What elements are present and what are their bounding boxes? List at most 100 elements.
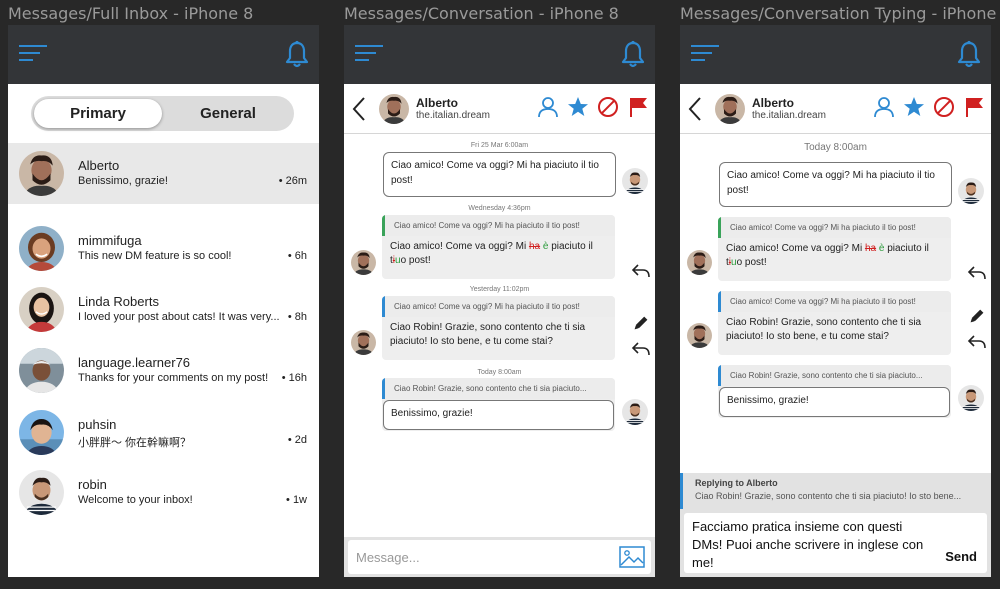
inbox-row-linda-roberts[interactable]: Linda Roberts I loved your post about ca… (8, 279, 319, 340)
inbox-screen: Primary General Alberto Benissimo, grazi… (8, 25, 319, 577)
frame-title-conversation: Messages/Conversation - iPhone 8 (344, 4, 619, 23)
message-input[interactable] (348, 540, 651, 574)
reply-icon[interactable] (967, 265, 987, 281)
row-name: Alberto (78, 158, 120, 173)
avatar[interactable] (715, 94, 745, 124)
contact-handle: the.italian.dream (416, 110, 490, 121)
top-bar (680, 25, 991, 84)
conversation-screen: Alberto the.italian.dream Fri 25 Mar 6:0… (344, 25, 655, 577)
person-icon[interactable] (537, 96, 559, 118)
correction-message[interactable]: Ciao amico! Come va oggi? Mi ha piaciuto… (718, 217, 951, 281)
contact-name: Alberto (752, 96, 794, 110)
avatar (958, 385, 984, 411)
sent-reply[interactable]: Ciao Robin! Grazie, sono contento che ti… (382, 378, 615, 431)
avatar (19, 348, 64, 393)
hamburger-icon[interactable] (355, 45, 383, 61)
row-time: • 1w (286, 494, 307, 506)
star-icon[interactable] (567, 96, 589, 118)
row-name: Linda Roberts (78, 294, 159, 309)
row-preview: I loved your post about cats! It was ver… (78, 311, 280, 323)
received-reply[interactable]: Ciao amico! Come va oggi? Mi ha piaciuto… (382, 296, 615, 360)
top-bar (344, 25, 655, 84)
avatar (622, 399, 648, 425)
typing-screen: Alberto the.italian.dream Today 8:00am C… (680, 25, 991, 577)
reply-icon[interactable] (631, 263, 651, 279)
contact-name: Alberto (416, 96, 458, 110)
avatar[interactable] (379, 94, 409, 124)
row-time: • 6h (287, 250, 307, 262)
timestamp: Fri 25 Mar 6:00am (470, 142, 529, 149)
replying-to-bar: Replying to Alberto Ciao Robin! Grazie, … (680, 473, 991, 509)
reply-icon[interactable] (631, 341, 651, 357)
sent-message[interactable]: Ciao amico! Come va oggi? Mi ha piaciuto… (383, 152, 616, 197)
pencil-icon[interactable] (967, 308, 987, 324)
avatar (351, 330, 376, 355)
tab-primary[interactable]: Primary (34, 99, 162, 128)
avatar (19, 151, 64, 196)
inbox-tab-switch: Primary General (31, 96, 294, 131)
row-time: • 26m (278, 175, 307, 187)
flag-icon[interactable] (963, 96, 985, 118)
row-name: puhsin (78, 417, 117, 432)
received-reply[interactable]: Ciao amico! Come va oggi? Mi ha piaciuto… (718, 291, 951, 355)
draft-text[interactable]: Facciamo pratica insieme con questi DMs!… (692, 518, 927, 572)
quoted-text: Ciao amico! Come va oggi? Mi ha piaciuto… (718, 217, 951, 238)
inbox-row-mimmifuga[interactable]: mimmifuga This new DM feature is so cool… (8, 218, 319, 279)
quoted-text: Ciao amico! Come va oggi? Mi ha piaciuto… (382, 296, 615, 317)
contact-handle: the.italian.dream (752, 110, 826, 121)
inbox-row-alberto[interactable]: Alberto Benissimo, grazie! • 26m (8, 143, 319, 204)
correction-message[interactable]: Ciao amico! Come va oggi? Mi ha piaciuto… (382, 215, 615, 279)
pencil-icon[interactable] (631, 315, 651, 331)
bell-icon[interactable] (285, 40, 309, 68)
composer (344, 537, 655, 577)
timestamp: Yesterday 11:02pm (469, 286, 530, 293)
correction-text: Ciao amico! Come va oggi? Mi ha è piaciu… (726, 242, 929, 269)
timestamp: Today 8:00am (477, 369, 522, 376)
flag-icon[interactable] (627, 96, 649, 118)
tab-general[interactable]: General (166, 99, 290, 128)
block-icon[interactable] (933, 96, 955, 118)
inbox-row-robin[interactable]: robin Welcome to your inbox! • 1w (8, 462, 319, 523)
row-preview: Welcome to your inbox! (78, 494, 193, 506)
bell-icon[interactable] (621, 40, 645, 68)
message-text: Ciao Robin! Grazie, sono contento che ti… (726, 316, 922, 343)
inbox-row-puhsin[interactable]: puhsin 小胖胖～ 你在幹嘛啊？ • 2d (8, 402, 319, 463)
avatar (19, 226, 64, 271)
message-text: Benissimo, grazie! (383, 400, 614, 430)
avatar (19, 470, 64, 515)
inbox-row-language-learner76[interactable]: language.learner76 Thanks for your comme… (8, 340, 319, 401)
row-preview: This new DM feature is so cool! (78, 250, 232, 262)
hamburger-icon[interactable] (19, 45, 47, 61)
conversation-header: Alberto the.italian.dream (344, 84, 655, 134)
timestamp: Today 8:00am (804, 142, 867, 153)
sent-reply[interactable]: Ciao Robin! Grazie, sono contento che ti… (718, 365, 951, 418)
replying-to-title: Replying to Alberto (695, 478, 778, 488)
avatar (687, 250, 712, 275)
row-time: • 2d (287, 434, 307, 446)
send-button[interactable]: Send (945, 549, 977, 564)
chevron-left-icon[interactable] (688, 96, 702, 122)
person-icon[interactable] (873, 96, 895, 118)
message-input[interactable]: Facciamo pratica insieme con questi DMs!… (684, 513, 987, 573)
conversation-header: Alberto the.italian.dream (680, 84, 991, 134)
image-icon[interactable] (619, 546, 645, 568)
bell-icon[interactable] (957, 40, 981, 68)
block-icon[interactable] (597, 96, 619, 118)
row-preview: 小胖胖～ 你在幹嘛啊？ (78, 437, 192, 449)
row-time: • 16h (281, 372, 307, 384)
correction-text: Ciao amico! Come va oggi? Mi ha è piaciu… (390, 240, 593, 267)
quoted-text: Ciao amico! Come va oggi? Mi ha piaciuto… (382, 215, 615, 236)
sent-message[interactable]: Ciao amico! Come va oggi? Mi ha piaciuto… (719, 162, 952, 207)
star-icon[interactable] (903, 96, 925, 118)
reply-icon[interactable] (967, 334, 987, 350)
avatar (687, 323, 712, 348)
frame-title-typing: Messages/Conversation Typing - iPhone 8 (680, 4, 1000, 23)
avatar (622, 168, 648, 194)
timestamp: Wednesday 4:36pm (468, 205, 531, 212)
row-preview: Benissimo, grazie! (78, 175, 168, 187)
frame-title-inbox: Messages/Full Inbox - iPhone 8 (8, 4, 254, 23)
row-time: • 8h (287, 311, 307, 323)
chevron-left-icon[interactable] (352, 96, 366, 122)
hamburger-icon[interactable] (691, 45, 719, 61)
row-name: language.learner76 (78, 355, 191, 370)
